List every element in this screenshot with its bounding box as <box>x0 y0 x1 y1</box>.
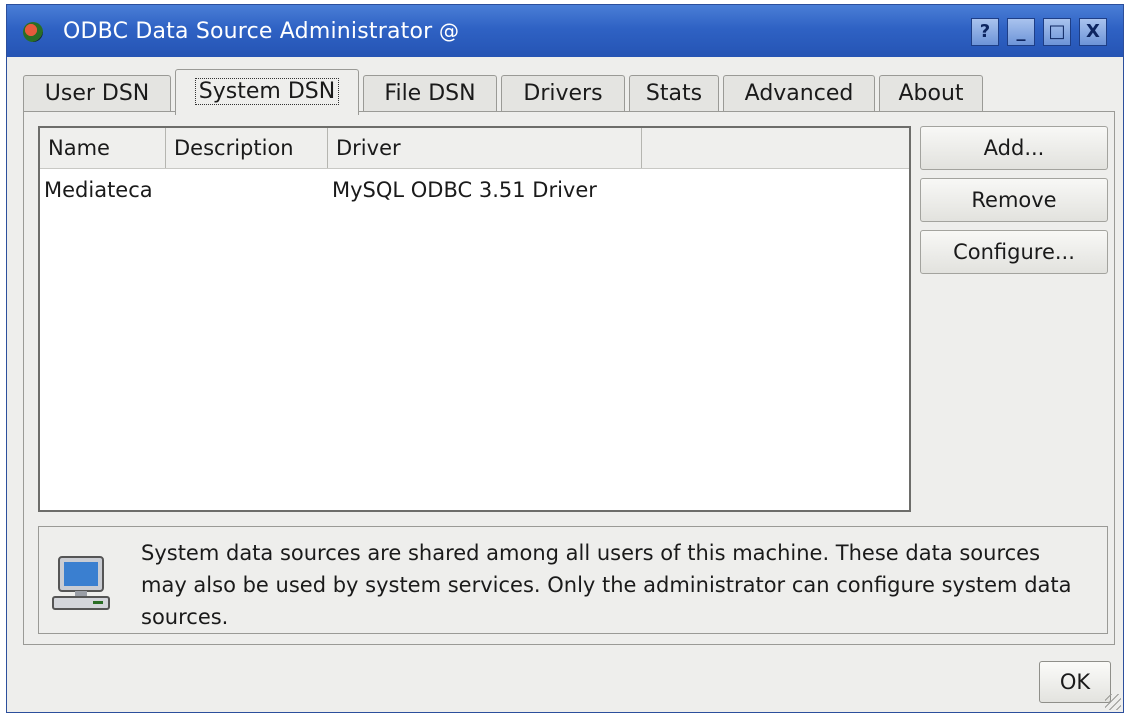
list-header: Name Description Driver <box>40 128 909 169</box>
column-description[interactable]: Description <box>166 128 328 168</box>
info-box: System data sources are shared among all… <box>38 526 1108 634</box>
odbc-app-icon <box>23 22 43 42</box>
remove-button[interactable]: Remove <box>920 178 1108 222</box>
close-button[interactable]: X <box>1079 18 1107 46</box>
resize-grip[interactable] <box>1105 694 1121 710</box>
column-driver[interactable]: Driver <box>328 128 642 168</box>
computer-icon <box>52 556 110 610</box>
ok-button[interactable]: OK <box>1039 661 1111 703</box>
tab-user-dsn[interactable]: User DSN <box>23 75 171 113</box>
tab-drivers[interactable]: Drivers <box>501 75 625 113</box>
row-name: Mediateca <box>44 178 153 202</box>
help-button[interactable]: ? <box>971 18 999 46</box>
info-text: System data sources are shared among all… <box>141 541 1072 629</box>
tab-stats[interactable]: Stats <box>629 75 719 113</box>
tab-advanced[interactable]: Advanced <box>723 75 875 113</box>
add-button[interactable]: Add... <box>920 126 1108 170</box>
swirl-icon: @ <box>439 19 459 43</box>
configure-button[interactable]: Configure... <box>920 230 1108 274</box>
column-name[interactable]: Name <box>40 128 166 168</box>
odbc-admin-window: ODBC Data Source Administrator @ ? _ □ X… <box>6 4 1124 713</box>
dsn-list[interactable]: Name Description Driver Mediateca MySQL … <box>38 126 911 512</box>
title-bar[interactable]: ODBC Data Source Administrator @ ? _ □ X <box>7 5 1123 57</box>
tab-about[interactable]: About <box>879 75 983 113</box>
window-title: ODBC Data Source Administrator <box>63 19 433 44</box>
row-driver: MySQL ODBC 3.51 Driver <box>332 178 597 202</box>
column-extra[interactable] <box>642 128 907 168</box>
system-dsn-panel: Name Description Driver Mediateca MySQL … <box>23 111 1115 645</box>
tab-system-dsn[interactable]: System DSN <box>175 69 359 115</box>
tab-file-dsn[interactable]: File DSN <box>363 75 497 113</box>
minimize-button[interactable]: _ <box>1007 18 1035 46</box>
table-row[interactable]: Mediateca MySQL ODBC 3.51 Driver <box>40 172 909 208</box>
maximize-button[interactable]: □ <box>1043 18 1071 46</box>
